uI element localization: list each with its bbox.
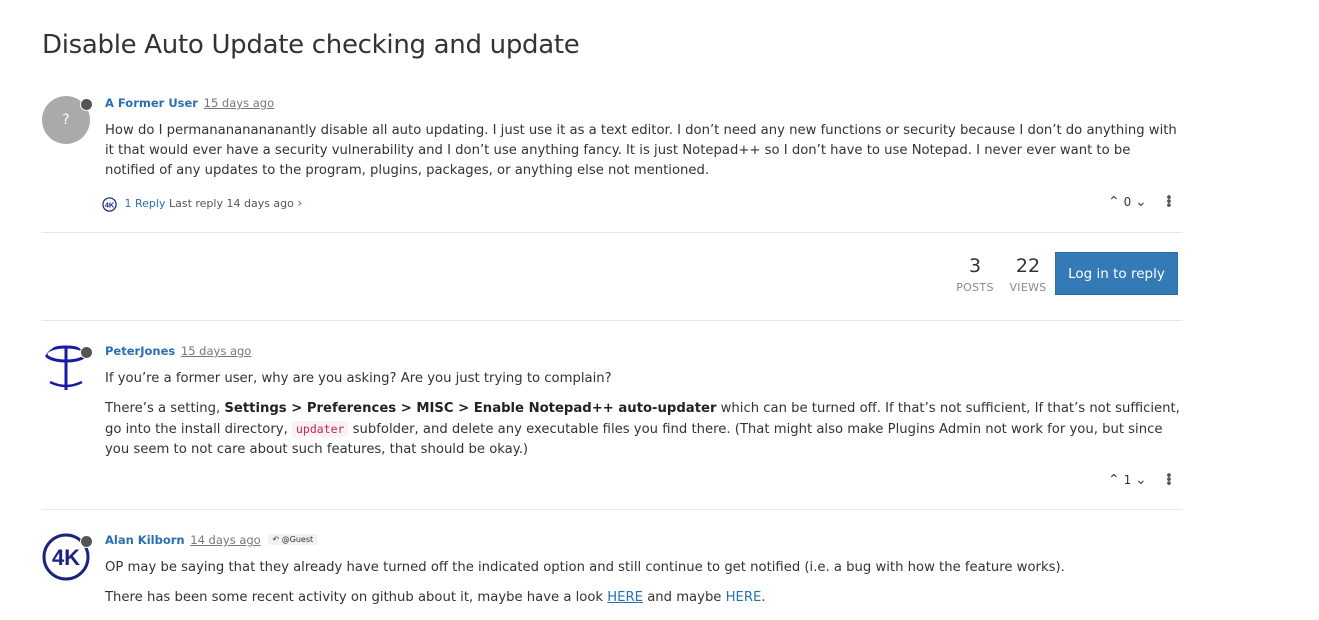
vote-count[interactable]: 0 (1124, 195, 1132, 209)
views-stat: 22 VIEWS (1006, 255, 1050, 294)
post-meta: A Former User 15 days ago (105, 96, 274, 110)
text-span: . (761, 590, 766, 605)
downvote-icon[interactable]: ⌄ (1135, 472, 1147, 488)
post-menu-icon[interactable]: • • • (1165, 192, 1173, 213)
upvote-icon[interactable]: ⌃ (1108, 194, 1120, 210)
inline-code: updater (291, 421, 349, 437)
username-link[interactable]: A Former User (105, 96, 198, 110)
post-paragraph: How do I permanananananantly disable all… (105, 123, 1177, 178)
reply-arrow-icon: ↶ (272, 535, 280, 544)
views-count: 22 (1015, 255, 1041, 277)
views-label: VIEWS (1009, 281, 1047, 294)
status-dot (80, 346, 93, 359)
post-1: ? A Former User 15 days ago How do I per… (42, 96, 1182, 213)
reply-count[interactable]: 1 Reply (125, 197, 166, 210)
post-paragraph: OP may be saying that they already have … (105, 560, 1065, 575)
post-meta: Alan Kilborn 14 days ago ↶ @Guest (105, 533, 318, 547)
post-paragraph: There’s a setting, Settings > Preference… (105, 399, 1180, 460)
status-dot (80, 535, 93, 548)
timestamp-link[interactable]: 15 days ago (181, 344, 251, 358)
reply-to-label: @Guest (281, 535, 314, 544)
post-2: PeterJones 15 days ago If you’re a forme… (42, 344, 1182, 494)
vote-controls: ⌃ 1 ⌄ (1108, 472, 1147, 488)
vote-count[interactable]: 1 (1124, 473, 1132, 487)
chevron-right-icon: › (297, 196, 303, 210)
downvote-icon[interactable]: ⌄ (1135, 194, 1147, 210)
posts-label: POSTS (956, 281, 994, 294)
vote-controls: ⌃ 0 ⌄ (1108, 194, 1147, 210)
divider (42, 320, 1182, 321)
settings-path: Settings > Preferences > MISC > Enable N… (224, 401, 717, 416)
text-span: There has been some recent activity on g… (105, 590, 608, 605)
page-title: Disable Auto Update checking and update (42, 30, 580, 60)
divider (42, 509, 1182, 510)
username-link[interactable]: Alan Kilborn (105, 533, 185, 547)
replies-summary[interactable]: 4K 1 Reply Last reply 14 days ago › (102, 196, 302, 212)
text-span: There’s a setting, (105, 401, 225, 416)
post-body: OP may be saying that they already have … (105, 558, 1180, 618)
upvote-icon[interactable]: ⌃ (1108, 472, 1120, 488)
timestamp-link[interactable]: 14 days ago (190, 533, 260, 547)
replier-avatar-icon: 4K (102, 196, 117, 212)
last-reply: Last reply 14 days ago (168, 197, 294, 210)
post-body: How do I permanananananantly disable all… (105, 121, 1180, 191)
username-link[interactable]: PeterJones (105, 344, 175, 358)
divider (42, 232, 1182, 233)
text-span: and maybe (643, 590, 726, 605)
timestamp-link[interactable]: 15 days ago (204, 96, 274, 110)
post-menu-icon[interactable]: • • • (1165, 470, 1173, 491)
svg-text:4K: 4K (52, 545, 80, 570)
post-paragraph: There has been some recent activity on g… (105, 588, 1180, 608)
github-link-2[interactable]: HERE (726, 590, 762, 605)
post-3: 4K Alan Kilborn 14 days ago ↶ @Guest OP … (42, 533, 1182, 620)
posts-stat: 3 POSTS (953, 255, 997, 294)
reply-to-badge[interactable]: ↶ @Guest (268, 534, 318, 545)
svg-text:4K: 4K (105, 200, 115, 209)
login-to-reply-button[interactable]: Log in to reply (1055, 252, 1178, 295)
post-meta: PeterJones 15 days ago (105, 344, 251, 358)
post-paragraph: If you’re a former user, why are you ask… (105, 371, 612, 386)
posts-count: 3 (968, 255, 982, 277)
github-link-1[interactable]: HERE (607, 590, 643, 605)
post-body: If you’re a former user, why are you ask… (105, 369, 1180, 470)
status-dot (80, 98, 93, 111)
